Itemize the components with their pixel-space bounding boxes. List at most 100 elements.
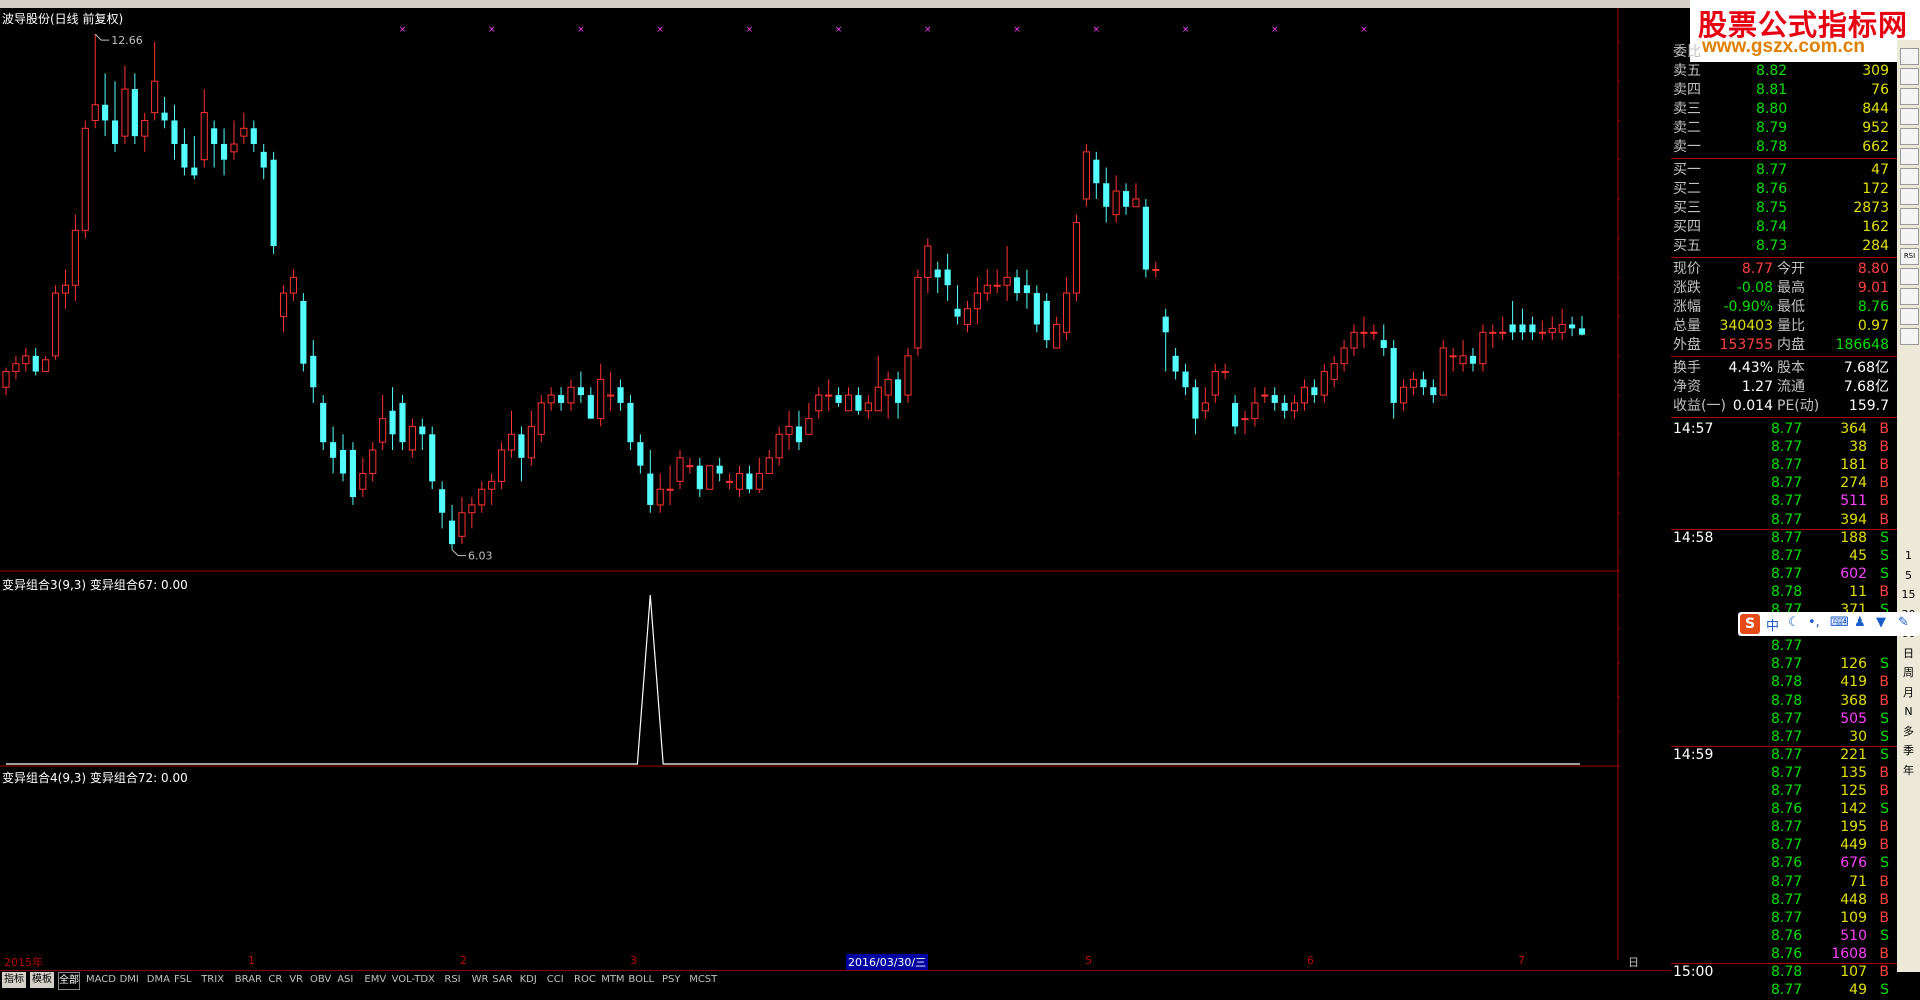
bar-icon[interactable] — [1900, 148, 1919, 165]
indicator-tab[interactable]: 全部 — [58, 972, 80, 990]
indicator-tab[interactable]: MTM — [601, 972, 624, 988]
indicator-tab[interactable]: MCST — [689, 972, 717, 988]
ask-price: 8.80 — [1756, 101, 1788, 117]
candle-body — [795, 426, 803, 443]
indicator-tab[interactable]: 模板 — [30, 972, 54, 988]
indicator-tab[interactable]: CCI — [547, 972, 564, 988]
ime-toolbar[interactable]: S 中 ☾ •, ⌨ ♟ ▼ ✎ — [1738, 612, 1920, 636]
quote-row: 卖三 8.80 844 — [1671, 100, 1897, 119]
tick-volume: 109 — [1840, 909, 1867, 926]
tick-price: 8.77 — [1771, 656, 1803, 673]
candle-body — [1182, 371, 1189, 388]
quote-row: 8.77 449 B — [1671, 836, 1897, 855]
tick-direction: S — [1880, 710, 1889, 727]
indicator-tab[interactable]: DMI — [120, 972, 139, 988]
indicator-tab[interactable]: EMV — [364, 972, 386, 988]
low-marker-line — [451, 549, 467, 557]
fund-value: 159.7 — [1848, 398, 1889, 414]
shirt-icon[interactable]: ▼ — [1876, 615, 1886, 630]
indicator-tab[interactable]: SAR — [492, 972, 512, 988]
wrench-icon[interactable]: ✎ — [1898, 615, 1909, 630]
indicator-tab[interactable]: VR — [289, 972, 303, 988]
quote-divider — [1671, 356, 1897, 357]
tick-direction: B — [1879, 891, 1889, 908]
indicator-tab[interactable]: PSY — [662, 972, 681, 988]
candle-body — [1290, 402, 1299, 412]
kline-chart-area[interactable]: 12.5012.0011.5011.0010.5010.009.509.008.… — [0, 8, 1620, 960]
sogou-icon[interactable]: S — [1740, 614, 1760, 634]
quote-row: 8.78 368 B — [1671, 692, 1897, 711]
period-button[interactable]: 15 — [1900, 587, 1917, 602]
up-arrow-icon[interactable] — [1900, 48, 1919, 65]
candle-body — [914, 276, 922, 349]
indicator-tab[interactable]: VOL-TDX — [392, 972, 435, 988]
layout-icon[interactable] — [1900, 188, 1919, 205]
low-label: 6.03 — [468, 550, 493, 563]
indicator-tab[interactable]: WR — [472, 972, 489, 988]
tick-price: 8.77 — [1771, 529, 1803, 546]
compare-icon[interactable] — [1900, 208, 1919, 225]
moon-icon[interactable]: ☾ — [1788, 615, 1800, 630]
indicator-tab[interactable]: TRIX — [201, 972, 224, 988]
candle-body — [349, 450, 356, 498]
tick-price: 8.78 — [1771, 692, 1803, 709]
candle-body — [250, 128, 257, 144]
candle-body — [686, 465, 694, 468]
quote-label: 现价 — [1673, 261, 1701, 277]
user-icon[interactable]: ♟ — [1854, 615, 1866, 630]
quote-value: 8.76 — [1857, 299, 1889, 315]
down-arrow-icon[interactable] — [1900, 68, 1919, 85]
time-label: 2016/03/30/三 — [846, 954, 929, 970]
period-button[interactable]: 5 — [1900, 568, 1917, 583]
indicator-tab[interactable]: ROC — [574, 972, 596, 988]
indicator-tab[interactable]: DMA — [147, 972, 170, 988]
bid-label: 买一 — [1673, 162, 1701, 178]
period-button[interactable]: 年 — [1900, 763, 1917, 778]
tick-price: 8.77 — [1771, 565, 1803, 582]
chinese-mode-icon[interactable]: 中 — [1766, 615, 1779, 634]
pen-icon[interactable] — [1900, 288, 1919, 305]
fund-value: 1.27 — [1741, 379, 1773, 395]
quote-row: 外盘 153755 内盘 186648 — [1671, 336, 1897, 355]
chart-icon[interactable] — [1900, 88, 1919, 105]
period-button[interactable]: 季 — [1900, 743, 1917, 758]
calc-icon[interactable] — [1900, 328, 1919, 345]
rsi-icon[interactable]: RSI — [1900, 248, 1919, 265]
indicator-tab[interactable]: RSI — [444, 972, 460, 988]
indicator-tab[interactable]: 指标 — [2, 972, 26, 988]
indicator-tab[interactable]: MACD — [86, 972, 116, 988]
quote-label: 今开 — [1777, 261, 1805, 277]
period-button[interactable]: 周 — [1900, 665, 1917, 680]
move-icon[interactable] — [1900, 268, 1919, 285]
candle-body — [1093, 159, 1100, 184]
period-button[interactable]: 多 — [1900, 724, 1917, 739]
keyboard-icon[interactable]: ⌨ — [1830, 615, 1849, 630]
period-button[interactable]: 1 — [1900, 548, 1917, 563]
candle-body — [141, 119, 149, 137]
fs-icon[interactable] — [1900, 308, 1919, 325]
indicator-tab[interactable]: CR — [268, 972, 282, 988]
grid-icon[interactable] — [1900, 168, 1919, 185]
indicator-tab[interactable]: BRAR — [235, 972, 262, 988]
punct-icon[interactable]: •, — [1808, 615, 1820, 630]
doc-icon[interactable] — [1900, 228, 1919, 245]
quote-value: 8.77 — [1741, 261, 1773, 277]
indicator-tab[interactable]: KDJ — [520, 972, 537, 988]
period-button[interactable]: 月 — [1900, 685, 1917, 700]
indicator-tab[interactable]: BOLL — [628, 972, 654, 988]
quote-value: 340403 — [1719, 318, 1773, 334]
line-icon[interactable] — [1900, 108, 1919, 125]
period-button[interactable]: 日 — [1900, 646, 1917, 661]
fund-value: 4.43% — [1728, 360, 1773, 376]
indicator-tab[interactable]: OBV — [310, 972, 331, 988]
quote-value: 9.01 — [1857, 280, 1889, 296]
tick-time: 15:00 — [1673, 964, 1714, 980]
candle-body — [1082, 151, 1090, 200]
period-button[interactable]: N — [1900, 704, 1917, 719]
kline-icon[interactable] — [1900, 128, 1919, 145]
candle-body — [1390, 348, 1397, 403]
indicator-tab[interactable]: ASI — [337, 972, 353, 988]
indicator-tab[interactable]: FSL — [174, 972, 192, 988]
quote-row: 买二 8.76 172 — [1671, 180, 1897, 199]
chart-canvas[interactable]: 12.5012.0011.5011.0010.5010.009.509.008.… — [0, 8, 1620, 960]
